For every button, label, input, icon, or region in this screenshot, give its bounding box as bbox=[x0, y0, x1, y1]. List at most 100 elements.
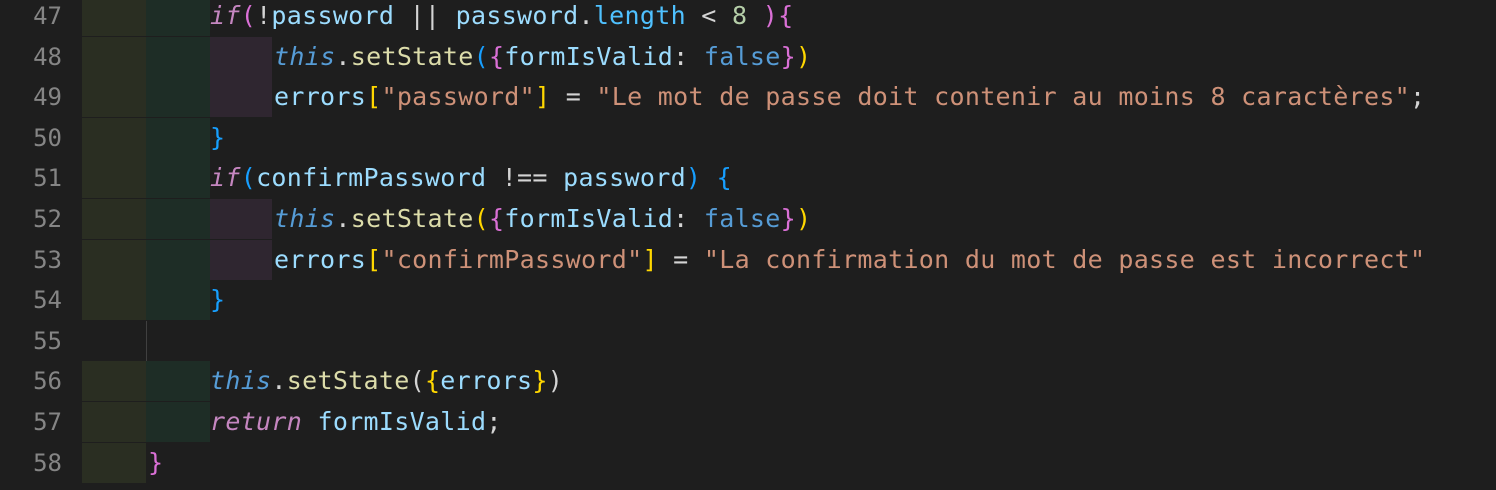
code-line[interactable]: 58} bbox=[0, 442, 1496, 483]
code-token: if bbox=[210, 1, 241, 30]
line-number[interactable]: 58 bbox=[0, 443, 62, 483]
code-token: } bbox=[780, 204, 796, 233]
code-line[interactable]: 51 if(confirmPassword !== password) { bbox=[0, 158, 1496, 199]
code-token: = bbox=[550, 82, 597, 112]
indent-band-1 bbox=[82, 402, 146, 442]
code-token: if bbox=[210, 163, 241, 193]
code-token: ) bbox=[547, 366, 564, 396]
indent-band-3 bbox=[210, 239, 272, 280]
line-number[interactable]: 53 bbox=[0, 240, 62, 280]
line-number[interactable]: 52 bbox=[0, 199, 62, 239]
code-token: ( bbox=[473, 204, 489, 233]
code-line[interactable]: 53 errors["confirmPassword"] = "La confir… bbox=[0, 239, 1496, 280]
code-text[interactable]: this.setState({formIsValid: false}) bbox=[274, 199, 811, 239]
code-token: password bbox=[271, 1, 395, 30]
code-editor[interactable]: 47 if(!password || password.length < 8 ){… bbox=[0, 0, 1496, 490]
code-token: { bbox=[488, 41, 505, 71]
code-text[interactable]: errors["password"] = "Le mot de passe do… bbox=[274, 77, 1425, 117]
code-token: ; bbox=[1410, 82, 1426, 112]
code-line[interactable]: 50} bbox=[0, 117, 1496, 158]
code-line[interactable]: 54} bbox=[0, 280, 1496, 321]
code-token: !== bbox=[486, 163, 564, 193]
code-token: this bbox=[210, 366, 272, 396]
code-token: ; bbox=[486, 407, 502, 436]
code-token: [ bbox=[366, 244, 382, 274]
indent-band-2 bbox=[146, 280, 210, 321]
code-token: ( bbox=[240, 1, 257, 30]
line-number[interactable]: 56 bbox=[0, 361, 62, 401]
code-line[interactable]: 48 this.setState({formIsValid: false}) bbox=[0, 36, 1496, 77]
code-token: < bbox=[685, 1, 732, 30]
code-token: . bbox=[271, 366, 287, 396]
code-token: ] bbox=[534, 82, 551, 112]
code-text[interactable]: } bbox=[210, 118, 225, 158]
code-token: . bbox=[335, 204, 351, 233]
indent-band-2 bbox=[146, 158, 210, 199]
line-number[interactable]: 48 bbox=[0, 37, 62, 77]
code-token: ] bbox=[642, 244, 658, 274]
indent-band-2 bbox=[146, 77, 210, 118]
code-token: ( bbox=[473, 41, 489, 71]
line-number[interactable]: 55 bbox=[0, 321, 62, 361]
code-line[interactable]: 55 bbox=[0, 321, 1496, 361]
code-token: } bbox=[148, 447, 164, 477]
line-number[interactable]: 57 bbox=[0, 402, 62, 442]
code-token: ) bbox=[796, 204, 812, 233]
indent-band-1 bbox=[82, 280, 146, 321]
code-text[interactable]: this.setState({errors}) bbox=[210, 361, 563, 401]
code-token: password bbox=[455, 1, 579, 30]
code-line[interactable]: 56 this.setState({errors}) bbox=[0, 361, 1496, 402]
code-token: formIsValid bbox=[504, 204, 674, 233]
code-text[interactable]: errors["confirmPassword"] = "La confirma… bbox=[274, 240, 1425, 280]
code-token: ( bbox=[409, 366, 425, 396]
line-number[interactable]: 50 bbox=[0, 118, 62, 158]
code-token: : bbox=[673, 204, 704, 233]
indent-band-1 bbox=[82, 36, 146, 77]
indent-band-1 bbox=[82, 77, 146, 118]
code-line[interactable]: 57 return formIsValid; bbox=[0, 402, 1496, 442]
code-text[interactable]: if(!password || password.length < 8 ){ bbox=[210, 0, 793, 36]
code-text[interactable]: if(confirmPassword !== password) { bbox=[210, 158, 732, 198]
code-line[interactable]: 47 if(!password || password.length < 8 ){ bbox=[0, 0, 1496, 36]
code-token: length bbox=[593, 1, 686, 30]
indent-band-2 bbox=[146, 239, 210, 280]
code-token: ) bbox=[685, 163, 702, 193]
line-number[interactable]: 51 bbox=[0, 158, 62, 198]
code-text[interactable]: return formIsValid; bbox=[210, 402, 502, 442]
code-token: errors bbox=[274, 82, 367, 112]
code-token: } bbox=[780, 41, 796, 71]
code-token: formIsValid bbox=[504, 41, 674, 71]
code-token: . bbox=[335, 41, 351, 71]
code-token: setState bbox=[350, 41, 474, 71]
indent-band-1 bbox=[82, 199, 146, 239]
line-number[interactable]: 47 bbox=[0, 0, 62, 36]
indent-band-1 bbox=[82, 239, 146, 280]
code-line[interactable]: 52 this.setState({formIsValid: false}) bbox=[0, 199, 1496, 239]
indent-band-1 bbox=[82, 117, 146, 158]
code-token: errors bbox=[274, 244, 367, 274]
code-token: password bbox=[563, 163, 686, 193]
code-token: confirmPassword bbox=[256, 163, 487, 193]
code-text[interactable]: } bbox=[148, 443, 163, 483]
code-token: setState bbox=[286, 366, 410, 396]
code-line[interactable]: 49 errors["password"] = "Le mot de passe … bbox=[0, 77, 1496, 118]
indent-band-2 bbox=[146, 0, 210, 36]
indent-band-3 bbox=[210, 199, 272, 239]
code-token: setState bbox=[350, 204, 474, 233]
code-token: } bbox=[532, 366, 548, 396]
line-number[interactable]: 49 bbox=[0, 77, 62, 117]
indent-band-2 bbox=[146, 199, 210, 239]
code-text[interactable]: this.setState({formIsValid: false}) bbox=[274, 37, 811, 77]
code-token: false bbox=[703, 204, 781, 233]
code-token: [ bbox=[366, 82, 382, 112]
code-token: formIsValid bbox=[317, 407, 487, 436]
indent-band-3 bbox=[210, 36, 272, 77]
line-number[interactable]: 54 bbox=[0, 280, 62, 320]
indent-band-2 bbox=[146, 402, 210, 442]
indent-band-1 bbox=[82, 158, 146, 199]
code-token: "Le mot de passe doit contenir au moins … bbox=[596, 82, 1411, 112]
code-text[interactable]: } bbox=[210, 280, 225, 320]
code-token: } bbox=[210, 122, 226, 152]
